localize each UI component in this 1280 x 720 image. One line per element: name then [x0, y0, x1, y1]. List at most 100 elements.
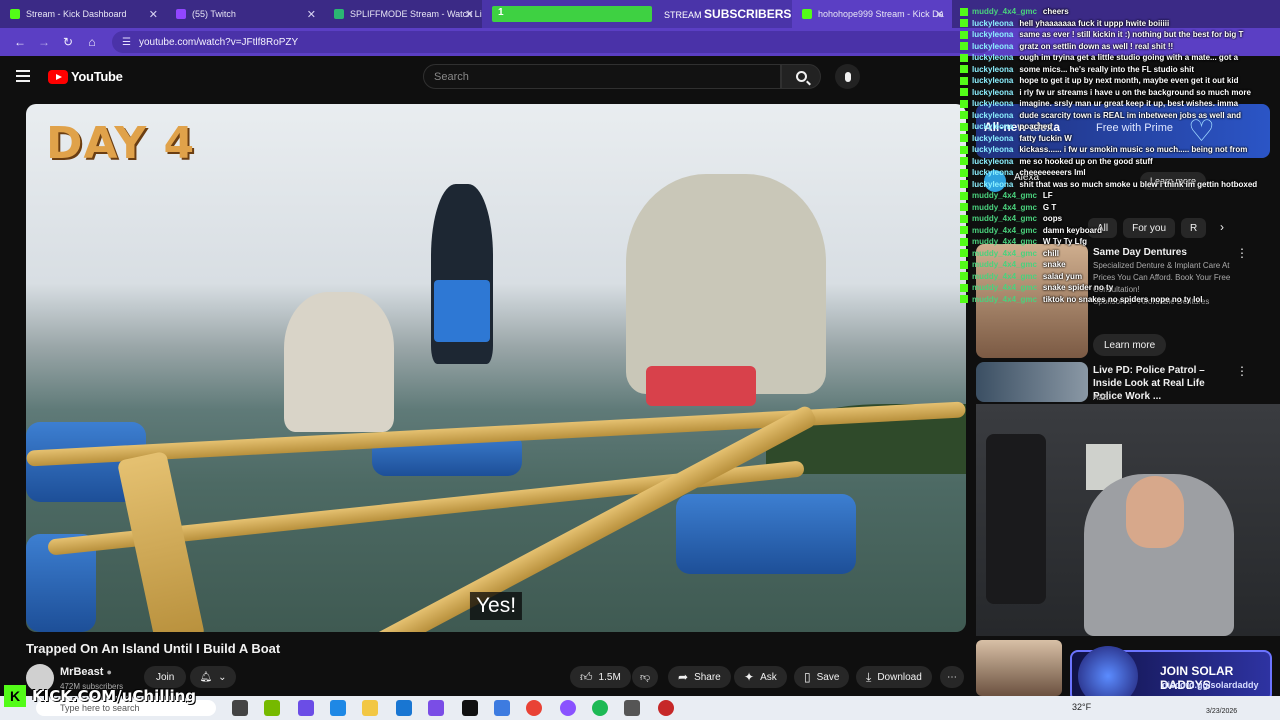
- chat-text: shit that was so much smoke u blew i thi…: [1019, 179, 1258, 189]
- search-placeholder: Search: [434, 70, 469, 83]
- chat-username: luckyleona: [972, 18, 1014, 28]
- more-icon: ⋯: [947, 671, 957, 683]
- app-icon[interactable]: [428, 700, 444, 716]
- ask-button[interactable]: ✦ Ask: [734, 666, 787, 688]
- chat-text: W Ty Ty Lfg: [1042, 237, 1088, 246]
- voice-search-button[interactable]: [835, 64, 860, 89]
- forward-icon[interactable]: →: [32, 35, 56, 49]
- chat-username: muddy_4x4_gmc: [972, 237, 1037, 246]
- nvidia-icon[interactable]: [264, 700, 280, 716]
- video-title: Trapped On An Island Until I Build A Boa…: [26, 641, 281, 656]
- youtube-logo[interactable]: YouTube: [48, 69, 123, 84]
- chat-text: tiktok no snakes no spiders nope no ty l…: [1042, 294, 1203, 304]
- subscriber-progress-bar: [492, 6, 652, 22]
- kick-badge-icon: [960, 203, 968, 212]
- save-button[interactable]: ▯ Save: [794, 666, 850, 688]
- app-icon[interactable]: [560, 700, 576, 716]
- kick-badge-icon: [960, 65, 968, 74]
- youtube-play-icon: [48, 69, 68, 84]
- sparkle-icon: ✦: [744, 670, 755, 684]
- chat-username: muddy_4x4_gmc: [972, 202, 1037, 212]
- chat-message: muddy_4x4_gmc oops: [960, 213, 1280, 224]
- close-icon[interactable]: ✕: [307, 8, 316, 21]
- chat-text: me so hooked up on the good stuff: [1019, 156, 1153, 166]
- chat-message: luckyleona dude scarcity town is REAL im …: [960, 110, 1280, 121]
- chat-username: muddy_4x4_gmc: [972, 294, 1037, 304]
- store-icon[interactable]: [396, 700, 412, 716]
- video-thumbnail[interactable]: [976, 362, 1088, 402]
- close-icon[interactable]: ✕: [149, 8, 158, 21]
- kick-badge-icon: [960, 111, 968, 120]
- tiktok-icon[interactable]: [462, 700, 478, 716]
- like-button[interactable]: 👍︎ 1.5M: [570, 666, 631, 688]
- video-player[interactable]: DAY 4 Yes!: [26, 104, 966, 632]
- chat-message: luckyleona i rly fw ur streams i have u o…: [960, 87, 1280, 98]
- chat-text: some mics... he's really into the FL stu…: [1019, 64, 1195, 74]
- download-button[interactable]: ⤓ Download: [856, 666, 932, 688]
- day-overlay-text: DAY 4: [46, 118, 196, 169]
- kick-badge-icon: [960, 168, 968, 177]
- spotify-icon[interactable]: [592, 700, 608, 716]
- close-icon[interactable]: ✕: [935, 8, 944, 21]
- chat-text: fatty fuckin W: [1019, 133, 1072, 143]
- chat-message: luckyleona same as ever ! still kickin it…: [960, 29, 1280, 40]
- reload-icon[interactable]: ↻: [56, 35, 80, 49]
- browser-tab[interactable]: (55) Twitch ✕: [166, 0, 324, 28]
- kick-badge-icon: [960, 157, 968, 166]
- streamer-webcam: [976, 404, 1280, 636]
- kick-badge-icon: [960, 7, 968, 16]
- copilot-icon[interactable]: [298, 700, 314, 716]
- hamburger-menu-icon[interactable]: [16, 70, 30, 82]
- more-actions-button[interactable]: ⋯: [940, 666, 964, 688]
- sponsored-learn-more-button[interactable]: Learn more: [1093, 334, 1167, 356]
- chat-text: cheers: [1042, 7, 1069, 16]
- more-vert-icon[interactable]: ⋮: [1236, 364, 1248, 378]
- share-label: Share: [694, 671, 721, 683]
- channel-name-text: MrBeast: [60, 666, 104, 678]
- app-icon[interactable]: [494, 700, 510, 716]
- search-button[interactable]: [781, 64, 821, 89]
- channel-name[interactable]: MrBeast ●: [60, 666, 112, 678]
- dislike-button[interactable]: 👎︎: [632, 666, 659, 688]
- recommended-video-channel: A&E: [1093, 393, 1110, 402]
- back-icon[interactable]: ←: [8, 35, 32, 49]
- kick-badge-icon: [960, 249, 968, 258]
- verified-icon: ●: [106, 667, 112, 677]
- stream-chat-overlay: muddy_4x4_gmc cheers luckyleona hell yhaaaa…: [960, 6, 1280, 322]
- browser-tab[interactable]: Stream - Kick Dashboard ✕: [0, 0, 166, 28]
- share-button[interactable]: ➦ Share: [668, 666, 731, 688]
- browser-tab[interactable]: hohohope999 Stream - Kick Da ✕: [792, 0, 952, 28]
- home-icon[interactable]: ⌂: [80, 35, 104, 49]
- url-field[interactable]: ☰ youtube.com/watch?v=JFtlf8RoPZY: [112, 31, 992, 53]
- chat-username: luckyleona: [972, 156, 1014, 166]
- chrome-icon[interactable]: [526, 700, 542, 716]
- settings-icon[interactable]: [624, 700, 640, 716]
- obs-icon[interactable]: [658, 700, 674, 716]
- kick-badge-icon: [960, 76, 968, 85]
- search-input[interactable]: Search: [423, 64, 781, 89]
- file-explorer-icon[interactable]: [362, 700, 378, 716]
- chat-text: LF: [1042, 191, 1053, 200]
- browser-tab[interactable]: SPLIFFMODE Stream - Watch Li ✕: [324, 0, 482, 28]
- kick-badge-icon: [960, 237, 968, 246]
- close-icon[interactable]: ✕: [465, 8, 474, 21]
- chat-username: luckyleona: [972, 41, 1014, 51]
- url-text: youtube.com/watch?v=JFtlf8RoPZY: [138, 36, 299, 48]
- chat-message: luckyleona gratz on settlin down as well …: [960, 41, 1280, 52]
- chat-text: i rly fw ur streams i have u on the back…: [1019, 87, 1251, 97]
- chat-message: muddy_4x4_gmc G T: [960, 202, 1280, 213]
- weather-temp[interactable]: 32°F: [1072, 702, 1091, 712]
- kick-badge-icon: [960, 295, 968, 304]
- bell-icon: 🔔︎: [199, 671, 213, 683]
- task-view-icon[interactable]: [232, 700, 248, 716]
- site-info-icon[interactable]: ☰: [122, 37, 131, 48]
- chat-message: muddy_4x4_gmc snake: [960, 259, 1280, 270]
- taskbar-date[interactable]: 3/23/2026: [1206, 708, 1237, 715]
- thumbs-down-icon: 👎︎: [640, 672, 651, 683]
- edge-icon[interactable]: [330, 700, 346, 716]
- chat-text: oops: [1042, 214, 1063, 223]
- kick-badge-icon: [960, 145, 968, 154]
- kick-url-text: KICK.COM/uChilling: [32, 687, 197, 705]
- chat-text: gratz on settlin down as well ! real shi…: [1019, 41, 1174, 51]
- chat-message: luckyleona me so hooked up on the good st…: [960, 156, 1280, 167]
